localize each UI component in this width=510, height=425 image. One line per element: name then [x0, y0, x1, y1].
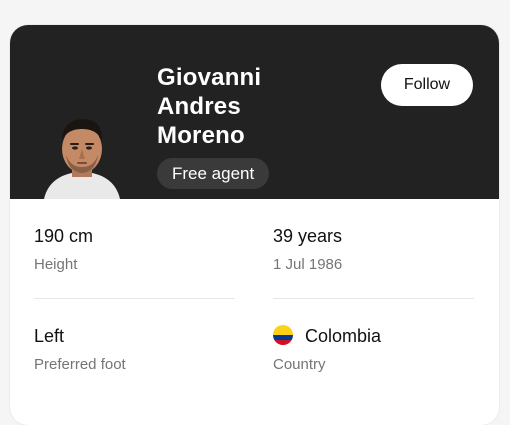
player-header: Giovanni Andres Moreno Free agent Follow [10, 25, 499, 199]
player-name-line: Andres [157, 93, 241, 120]
birth-date-label: 1 Jul 1986 [273, 256, 343, 273]
player-name-line: Moreno [157, 122, 245, 149]
player-card: Giovanni Andres Moreno Free agent Follow… [10, 25, 499, 425]
player-name-line: Giovanni [157, 64, 262, 91]
colombia-flag-icon [273, 325, 293, 345]
preferred-foot-label: Preferred foot [34, 356, 126, 373]
player-name: Giovanni Andres Moreno [157, 63, 357, 150]
divider [273, 298, 474, 299]
age-stat: 39 years 1 Jul 1986 [273, 225, 473, 274]
player-photo [42, 111, 122, 199]
divider [34, 298, 235, 299]
age-value: 39 years [273, 226, 343, 246]
preferred-foot-value: Left [34, 326, 65, 346]
country-value: Colombia [305, 326, 382, 346]
country-label: Country [273, 356, 326, 373]
height-stat: 190 cm Height [34, 225, 234, 274]
height-label: Height [34, 256, 78, 273]
follow-button[interactable]: Follow [381, 64, 473, 106]
preferred-foot-stat: Left Preferred foot [34, 325, 234, 374]
country-stat: Colombia Country [273, 325, 473, 374]
status-badge: Free agent [157, 158, 270, 189]
country-value-row: Colombia [273, 325, 473, 347]
height-value: 190 cm [34, 226, 94, 246]
